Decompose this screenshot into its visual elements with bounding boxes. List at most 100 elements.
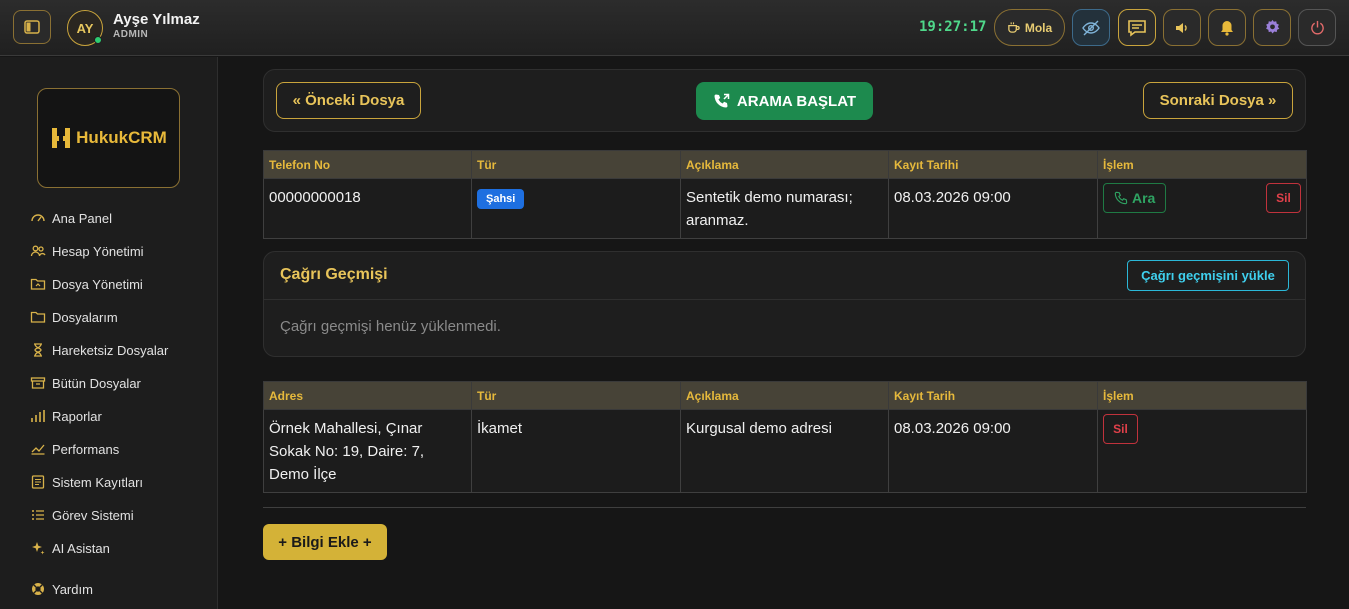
sidebar-item-label: Performans bbox=[52, 441, 120, 457]
phone-icon bbox=[1114, 191, 1128, 205]
privacy-toggle-button[interactable] bbox=[1072, 9, 1110, 46]
sidebar-item-label: AI Asistan bbox=[52, 540, 110, 556]
online-status-dot bbox=[94, 36, 102, 44]
user-role: ADMIN bbox=[113, 29, 149, 40]
column-header: İşlem bbox=[1097, 381, 1307, 410]
task-list-icon bbox=[32, 510, 44, 520]
speaker-icon bbox=[1176, 22, 1187, 33]
start-call-button[interactable]: ARAMA BAŞLAT bbox=[696, 82, 873, 120]
sidebar-item-raporlar[interactable]: Raporlar bbox=[30, 405, 102, 427]
break-button-label: Mola bbox=[1024, 20, 1053, 35]
sidebar-item-hareketsiz-dosyalar[interactable]: Hareketsiz Dosyalar bbox=[30, 339, 168, 361]
divider bbox=[264, 299, 1305, 300]
column-header: Telefon No bbox=[263, 150, 472, 179]
address-description-cell: Kurgusal demo adresi bbox=[680, 409, 889, 493]
call-history-empty-text: Çağrı geçmişi henüz yüklenmedi. bbox=[280, 318, 501, 335]
sidebar-item-gorev-sistemi[interactable]: Görev Sistemi bbox=[30, 504, 134, 526]
lifebuoy-icon bbox=[32, 583, 44, 595]
bell-icon bbox=[1221, 20, 1233, 36]
call-history-title: Çağrı Geçmişi bbox=[280, 266, 388, 283]
break-button[interactable]: Mola bbox=[994, 9, 1065, 46]
folder-icon bbox=[30, 311, 46, 323]
column-header: Kayıt Tarih bbox=[888, 381, 1098, 410]
sidebar-item-label: Dosyalarım bbox=[52, 309, 118, 325]
table-row: Örnek Mahallesi, Çınar Sokak No: 19, Dai… bbox=[263, 409, 1307, 493]
logo[interactable]: HukukCRM bbox=[37, 88, 180, 188]
logo-mark-icon bbox=[52, 128, 71, 148]
next-file-button[interactable]: Sonraki Dosya » bbox=[1143, 82, 1293, 119]
sidebar-item-ana-panel[interactable]: Ana Panel bbox=[30, 207, 112, 229]
logout-button[interactable] bbox=[1298, 9, 1336, 46]
sidebar-item-label: Hesap Yönetimi bbox=[52, 243, 144, 259]
phone-number-cell: 00000000018 bbox=[263, 178, 472, 239]
clock: 19:27:17 bbox=[919, 19, 987, 35]
bar-chart-icon bbox=[31, 410, 45, 422]
settings-button[interactable] bbox=[1253, 9, 1291, 46]
top-bar: AY Ayşe Yılmaz ADMIN 19:27:17 Mola bbox=[0, 0, 1349, 56]
sidebar-item-dosya-yonetimi[interactable]: Dosya Yönetimi bbox=[30, 273, 143, 295]
phone-actions-cell: Ara Sil bbox=[1097, 178, 1307, 239]
address-cell: Örnek Mahallesi, Çınar Sokak No: 19, Dai… bbox=[263, 409, 472, 493]
call-number-label: Ara bbox=[1132, 189, 1156, 206]
add-info-button[interactable]: + Bilgi Ekle + bbox=[263, 524, 387, 560]
phone-call-icon bbox=[714, 93, 730, 108]
delete-address-button[interactable]: Sil bbox=[1103, 414, 1138, 444]
load-call-history-button[interactable]: Çağrı geçmişini yükle bbox=[1127, 260, 1289, 291]
sidebar-item-ai-asistan[interactable]: AI Asistan bbox=[30, 537, 110, 559]
dashboard-icon bbox=[31, 214, 45, 222]
sidebar-item-label: Dosya Yönetimi bbox=[52, 276, 143, 292]
sidebar-item-label: Yardım bbox=[52, 581, 93, 597]
hourglass-icon bbox=[34, 343, 42, 357]
address-actions-cell: Sil bbox=[1097, 409, 1307, 493]
coffee-icon bbox=[1008, 22, 1020, 33]
phone-table: Telefon No Tür Açıklama Kayıt Tarihi İşl… bbox=[263, 150, 1307, 239]
chat-icon bbox=[1128, 19, 1146, 37]
phone-date-cell: 08.03.2026 09:00 bbox=[888, 178, 1098, 239]
sidebar-toggle-icon bbox=[24, 20, 40, 34]
notifications-button[interactable] bbox=[1208, 9, 1246, 46]
sidebar-item-sistem-kayitlari[interactable]: Sistem Kayıtları bbox=[30, 471, 143, 493]
sidebar: HukukCRM bbox=[0, 57, 218, 609]
sidebar-item-label: Hareketsiz Dosyalar bbox=[52, 342, 169, 358]
table-header-row: Adres Tür Açıklama Kayıt Tarih İşlem bbox=[263, 381, 1307, 410]
phone-description-cell: Sentetik demo numarası; aranmaz. bbox=[680, 178, 889, 239]
users-icon bbox=[30, 245, 46, 257]
sidebar-item-label: Raporlar bbox=[52, 408, 102, 424]
phone-type-badge: Şahsi bbox=[477, 189, 525, 209]
column-header: Adres bbox=[263, 381, 472, 410]
table-row: 00000000018 Şahsi Sentetik demo numarası… bbox=[263, 178, 1307, 239]
sidebar-item-label: Bütün Dosyalar bbox=[52, 375, 141, 391]
address-type-cell: İkamet bbox=[471, 409, 681, 493]
sound-button[interactable] bbox=[1163, 9, 1201, 46]
archive-icon bbox=[30, 377, 46, 389]
table-header-row: Telefon No Tür Açıklama Kayıt Tarihi İşl… bbox=[263, 150, 1307, 179]
column-header: Tür bbox=[471, 381, 681, 410]
sidebar-item-hesap-yonetimi[interactable]: Hesap Yönetimi bbox=[30, 240, 144, 262]
sidebar-item-yardim[interactable]: Yardım bbox=[30, 578, 93, 600]
sidebar-toggle-button[interactable] bbox=[13, 10, 51, 44]
divider bbox=[263, 507, 1306, 508]
sidebar-item-performans[interactable]: Performans bbox=[30, 438, 119, 460]
folder-open-icon bbox=[30, 278, 46, 290]
sidebar-item-label: Ana Panel bbox=[52, 210, 112, 226]
call-number-button[interactable]: Ara bbox=[1103, 183, 1167, 213]
messages-button[interactable] bbox=[1118, 9, 1156, 46]
column-header: İşlem bbox=[1097, 150, 1307, 179]
sidebar-item-butun-dosyalar[interactable]: Bütün Dosyalar bbox=[30, 372, 141, 394]
sparkle-icon bbox=[32, 542, 45, 555]
address-table: Adres Tür Açıklama Kayıt Tarih İşlem Örn… bbox=[263, 381, 1307, 493]
gear-icon bbox=[1265, 19, 1279, 34]
phone-type-cell: Şahsi bbox=[471, 178, 681, 239]
column-header: Kayıt Tarihi bbox=[888, 150, 1098, 179]
sidebar-item-label: Görev Sistemi bbox=[52, 507, 134, 523]
address-date-cell: 08.03.2026 09:00 bbox=[888, 409, 1098, 493]
log-icon bbox=[31, 475, 45, 489]
delete-phone-button[interactable]: Sil bbox=[1266, 183, 1301, 213]
logo-text: HukukCRM bbox=[76, 128, 167, 147]
column-header: Açıklama bbox=[680, 381, 889, 410]
eye-off-icon bbox=[1082, 20, 1100, 35]
sidebar-item-label: Sistem Kayıtları bbox=[52, 474, 144, 490]
column-header: Açıklama bbox=[680, 150, 889, 179]
sidebar-item-dosyalarim[interactable]: Dosyalarım bbox=[30, 306, 118, 328]
previous-file-button[interactable]: « Önceki Dosya bbox=[276, 82, 421, 119]
